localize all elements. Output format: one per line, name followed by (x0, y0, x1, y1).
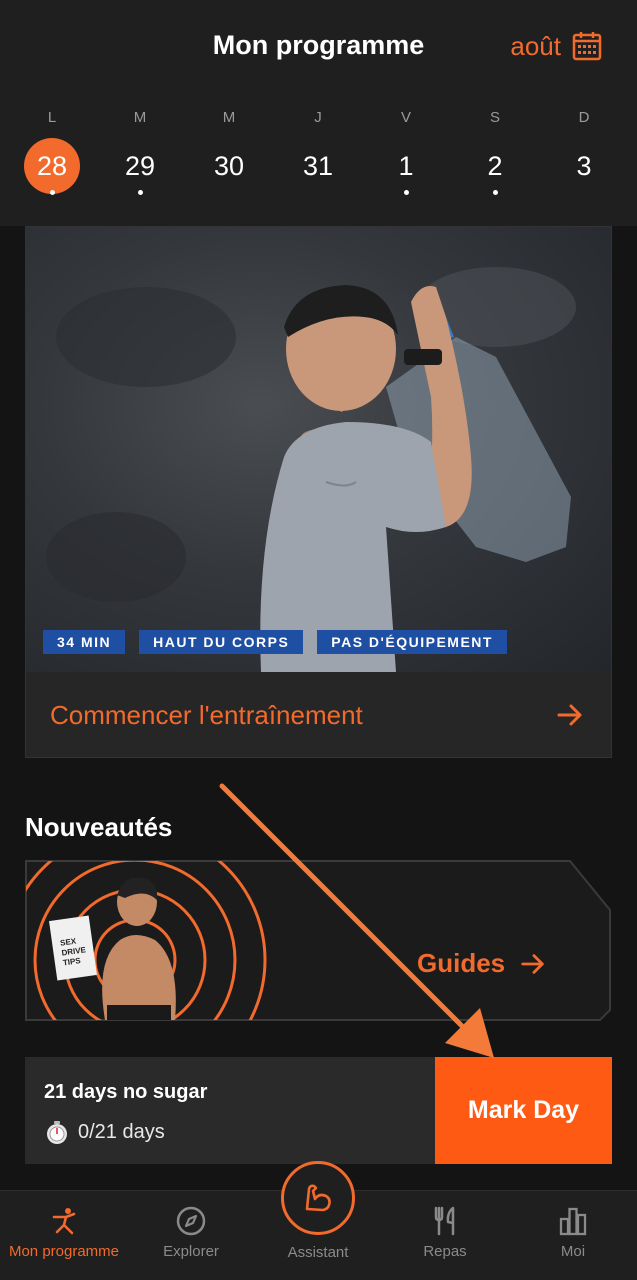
header: Mon programme août L 28 M 29 M 30 J 31 V… (0, 0, 637, 226)
day-wednesday[interactable]: M 30 (194, 108, 264, 195)
week-strip: L 28 M 29 M 30 J 31 V 1 S 2 D 3 (0, 108, 637, 198)
guides-banner[interactable]: SEX DRIVE TIPS Guides (25, 860, 611, 1022)
start-workout-button[interactable]: Commencer l'entraînement (26, 672, 611, 758)
app: Mon programme août L 28 M 29 M 30 J 31 V… (0, 0, 637, 1280)
day-letter: V (400, 109, 411, 126)
calendar-icon (572, 32, 602, 61)
day-number: 30 (213, 151, 245, 181)
challenge-progress: 0/21 days (44, 1119, 165, 1145)
flexed-arm-icon (305, 1184, 331, 1212)
start-workout-label: Commencer l'entraînement (50, 699, 363, 730)
tab-program-label: Mon programme (8, 1243, 120, 1260)
tab-meals[interactable]: Repas (381, 1191, 509, 1280)
day-number: 31 (302, 151, 334, 181)
day-sunday[interactable]: D 3 (549, 108, 619, 195)
day-letter: J (314, 109, 322, 126)
tab-me-label: Moi (560, 1243, 586, 1260)
month-label: août (510, 30, 561, 61)
day-tuesday[interactable]: M 29 (105, 108, 175, 195)
equipment-tag: PAS D'ÉQUIPEMENT (317, 630, 507, 654)
tab-explore[interactable]: Explorer (127, 1191, 255, 1280)
challenge-title: 21 days no sugar (44, 1081, 208, 1103)
day-number: 28 (24, 138, 80, 194)
challenge-progress-text: 0/21 days (78, 1120, 165, 1143)
guides-banner-art: SEX DRIVE TIPS (25, 860, 611, 1021)
workout-image: 34 MIN HAUT DU CORPS PAS D'ÉQUIPEMENT (26, 227, 611, 672)
compass-icon (176, 1206, 206, 1236)
day-number: 3 (576, 151, 592, 181)
day-letter: S (489, 109, 500, 126)
workout-tags: 34 MIN HAUT DU CORPS PAS D'ÉQUIPEMENT (43, 630, 507, 654)
tab-me[interactable]: Moi (509, 1191, 637, 1280)
day-friday[interactable]: V 1 (371, 108, 441, 195)
day-number: 29 (124, 151, 156, 181)
day-letter: D (578, 109, 590, 126)
duration-tag: 34 MIN (43, 630, 126, 654)
challenge-card: 21 days no sugar 0/21 days Mark Day (25, 1057, 612, 1164)
bar-chart-icon (559, 1207, 587, 1236)
tab-assistant[interactable] (281, 1161, 355, 1235)
athlete-illustration (46, 267, 576, 672)
arrow-right-icon (557, 704, 582, 726)
tab-program[interactable]: Mon programme (0, 1191, 128, 1280)
stretching-person-icon (52, 1208, 76, 1235)
guides-link[interactable]: Guides (417, 948, 547, 979)
arrow-right-icon (521, 953, 544, 974)
day-letter: M (222, 109, 236, 126)
tab-explore-label: Explorer (163, 1243, 219, 1260)
month-selector[interactable]: août (510, 30, 603, 62)
news-section-title: Nouveautés (25, 812, 173, 842)
activity-dot (492, 190, 498, 195)
activity-dot (582, 190, 587, 195)
day-number: 2 (487, 151, 503, 181)
tab-meals-label: Repas (423, 1243, 467, 1260)
workout-card[interactable]: 34 MIN HAUT DU CORPS PAS D'ÉQUIPEMENT Co… (25, 226, 612, 758)
day-letter: L (47, 109, 57, 126)
day-saturday[interactable]: S 2 (460, 108, 530, 195)
tab-assistant-label: Assistant (287, 1244, 349, 1261)
day-thursday[interactable]: J 31 (283, 108, 353, 195)
mark-day-button[interactable]: Mark Day (435, 1057, 612, 1164)
guides-label: Guides (417, 948, 506, 978)
day-number: 1 (398, 151, 414, 181)
activity-dot (403, 190, 409, 195)
fork-knife-icon (434, 1206, 455, 1236)
day-monday[interactable]: L 28 (17, 108, 87, 195)
stopwatch-icon (47, 1121, 67, 1144)
body-part-tag: HAUT DU CORPS (139, 630, 304, 654)
day-letter: M (133, 109, 147, 126)
